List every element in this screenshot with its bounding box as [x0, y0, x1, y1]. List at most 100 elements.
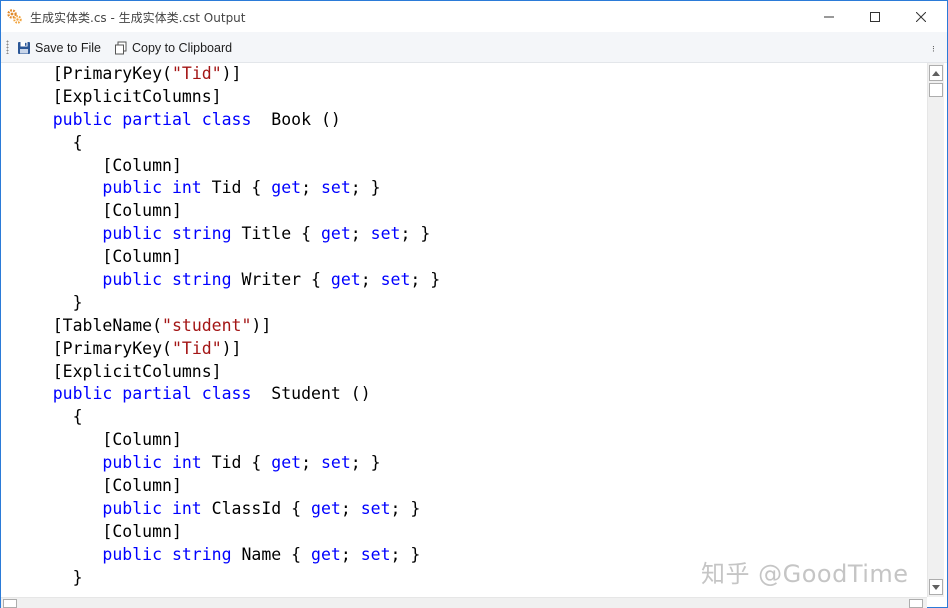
code-line: {: [13, 132, 440, 155]
code-token: ; }: [350, 453, 381, 473]
code-token: Tid {: [201, 178, 272, 198]
code-token: [ExplicitColumns]: [13, 361, 222, 381]
code-line: public partial class Student (): [13, 383, 440, 406]
code-token: ;: [360, 270, 381, 290]
code-line: {: [13, 406, 440, 429]
code-keyword: get: [320, 224, 351, 244]
code-token: [TableName(: [13, 315, 163, 335]
code-token: Writer {: [231, 270, 331, 290]
code-keyword: get: [330, 270, 361, 290]
scroll-down-button[interactable]: [929, 579, 943, 595]
code-token: ; }: [390, 544, 421, 564]
code-token: [Column]: [13, 247, 182, 267]
code-token: ; }: [390, 498, 421, 518]
code-keyword: set: [320, 453, 351, 473]
code-line: [ExplicitColumns]: [13, 361, 440, 384]
code-token: ;: [350, 224, 371, 244]
code-keyword: set: [360, 544, 391, 564]
code-keyword: get: [311, 544, 341, 564]
code-line: public int Tid { get; set; }: [13, 452, 440, 475]
scroll-right-button[interactable]: [909, 599, 923, 608]
toolbar-overflow-icon[interactable]: ⁝: [932, 46, 935, 55]
code-line: public string Name { get; set; }: [13, 544, 440, 567]
code-token: ;: [340, 498, 361, 518]
code-token: ;: [301, 453, 321, 473]
code-line: }: [13, 567, 440, 590]
code-token: ; }: [350, 178, 381, 198]
code-token: }: [13, 292, 83, 312]
zhihu-watermark: 知乎 @GoodTime: [701, 560, 909, 588]
scroll-up-button[interactable]: [929, 65, 943, 81]
code-token: ClassId {: [201, 498, 312, 518]
close-button[interactable]: [898, 1, 944, 32]
horizontal-scrollbar[interactable]: [1, 597, 927, 608]
code-token: )]: [251, 315, 272, 335]
save-to-file-label: Save to File: [35, 40, 102, 55]
maximize-button[interactable]: [852, 1, 898, 32]
code-token: Name {: [231, 544, 312, 564]
window-title: 生成实体类.cs - 生成实体类.cst Output: [30, 11, 246, 25]
close-icon: [916, 11, 926, 22]
copy-to-clipboard-label: Copy to Clipboard: [132, 40, 233, 55]
code-keyword: public partial class: [52, 384, 252, 404]
title-bar[interactable]: 生成实体类.cs - 生成实体类.cst Output: [1, 1, 947, 32]
code-line: public string Title { get; set; }: [13, 223, 440, 246]
code-token: {: [13, 132, 83, 152]
save-to-file-button[interactable]: Save to File: [17, 38, 101, 57]
minimize-button[interactable]: [806, 1, 852, 32]
gears-icon: [7, 9, 22, 24]
code-keyword: get: [311, 498, 341, 518]
code-token: ; }: [400, 224, 431, 244]
code-token: [Column]: [13, 155, 182, 175]
code-keyword: get: [271, 453, 302, 473]
scroll-left-button[interactable]: [3, 599, 17, 608]
code-token: Book (): [251, 109, 341, 129]
code-token: Student (): [251, 384, 371, 404]
floppy-disk-icon: [17, 41, 31, 55]
code-line: public int Tid { get; set; }: [13, 177, 440, 200]
code-string: "Tid": [171, 338, 222, 358]
copy-to-clipboard-button[interactable]: Copy to Clipboard: [114, 38, 232, 57]
code-output-area[interactable]: [PrimaryKey("Tid")] [ExplicitColumns] pu…: [1, 63, 927, 597]
output-window: 生成实体类.cs - 生成实体类.cst Output Save to File: [0, 0, 948, 608]
arrow-up-icon: [932, 70, 940, 76]
code-keyword: get: [271, 178, 302, 198]
vertical-scrollbar[interactable]: [927, 63, 944, 597]
code-token: [Column]: [13, 430, 182, 450]
code-line: [Column]: [13, 475, 440, 498]
code-string: "student": [162, 315, 252, 335]
code-token: ;: [301, 178, 321, 198]
code-keyword: public int: [102, 453, 202, 473]
code-line: [Column]: [13, 200, 440, 223]
code-token: ;: [340, 544, 361, 564]
arrow-down-icon: [932, 584, 940, 590]
code-line: [Column]: [13, 155, 440, 178]
code-keyword: set: [320, 178, 351, 198]
code-line: [Column]: [13, 429, 440, 452]
code-line: [Column]: [13, 521, 440, 544]
code-token: ; }: [410, 270, 441, 290]
scroll-thumb[interactable]: [929, 83, 943, 97]
code-line: public string Writer { get; set; }: [13, 269, 440, 292]
code-keyword: public int: [102, 178, 202, 198]
code-keyword: public string: [102, 544, 232, 564]
minimize-icon: [824, 16, 834, 17]
code-token: [Column]: [13, 476, 182, 496]
code-token: )]: [221, 64, 242, 83]
code-keyword: set: [370, 224, 401, 244]
code-token: {: [13, 407, 83, 427]
code-line: public partial class Book (): [13, 109, 440, 132]
code-token: [PrimaryKey(: [13, 64, 172, 83]
code-line: [PrimaryKey("Tid")]: [13, 63, 440, 86]
code-token: [ExplicitColumns]: [13, 86, 222, 106]
code-token: Title {: [231, 224, 321, 244]
code-token: [Column]: [13, 521, 182, 541]
code-keyword: public string: [102, 224, 232, 244]
toolbar-grip[interactable]: [6, 40, 9, 54]
